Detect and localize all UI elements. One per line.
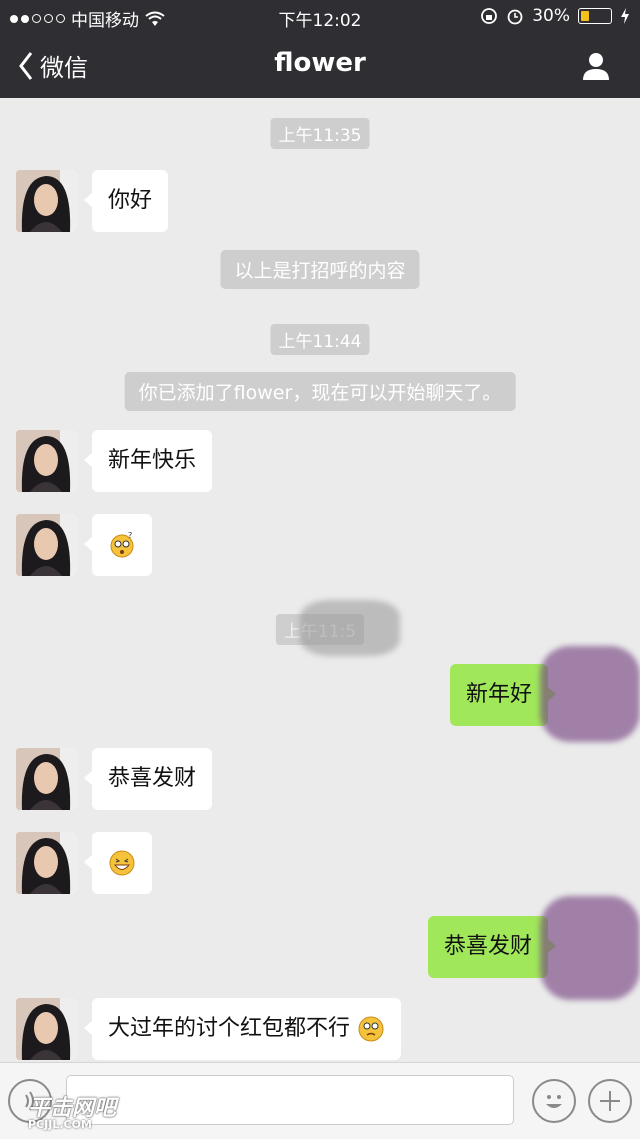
avatar[interactable] [16, 170, 78, 232]
avatar[interactable] [16, 748, 78, 810]
emoji-button[interactable] [532, 1079, 576, 1123]
timestamp: 上午11:44 [270, 324, 370, 355]
battery-icon [578, 8, 612, 24]
svg-text:?: ? [128, 531, 132, 540]
status-bar: 中国移动 下午12:02 30% [0, 0, 640, 32]
message-bubble[interactable]: 新年快乐 [83, 430, 213, 492]
rotation-lock-icon [481, 8, 498, 24]
message-bubble[interactable]: 恭喜发财 [83, 748, 213, 810]
smiley-icon [546, 1095, 562, 1108]
person-icon[interactable] [580, 50, 612, 82]
confused-emoji-icon: ? [110, 531, 134, 558]
emoji-message[interactable] [84, 832, 152, 894]
timestamp: 上午11:35 [270, 118, 370, 149]
message-bubble[interactable]: 你好 [83, 170, 169, 232]
message-text: 大过年的讨个红包都不行 [108, 1016, 351, 1041]
system-message: 以上是打招呼的内容 [220, 250, 420, 289]
nav-bar: 微信 flower [0, 34, 640, 98]
battery-percent: 30% [532, 6, 570, 26]
more-button[interactable] [588, 1079, 632, 1123]
sent-message-bubble[interactable]: 恭喜发财 [427, 916, 557, 978]
sent-message-bubble[interactable]: 新年好 [449, 664, 557, 726]
emoji-message[interactable]: ? [84, 514, 152, 576]
message-input[interactable] [66, 1075, 514, 1125]
grin-emoji-icon [109, 850, 135, 876]
avatar[interactable] [16, 514, 78, 576]
avatar[interactable] [16, 998, 78, 1060]
message-bubble[interactable]: 大过年的讨个红包都不行 [83, 998, 402, 1060]
eye-roll-emoji-icon [358, 1016, 384, 1042]
scribble-redaction [300, 600, 400, 656]
avatar[interactable] [16, 430, 78, 492]
plus-icon [600, 1091, 620, 1111]
top-bar: 中国移动 下午12:02 30% 微信 flower [0, 0, 640, 98]
scribble-redaction [540, 896, 640, 1000]
chat-title: flower [274, 48, 366, 78]
scribble-redaction [540, 646, 640, 742]
alarm-icon [507, 9, 523, 25]
watermark-url: PCJJL.COM [28, 1118, 92, 1131]
charging-icon [621, 8, 629, 24]
system-message: 你已添加了flower，现在可以开始聊天了。 [124, 372, 516, 411]
avatar[interactable] [16, 832, 78, 894]
